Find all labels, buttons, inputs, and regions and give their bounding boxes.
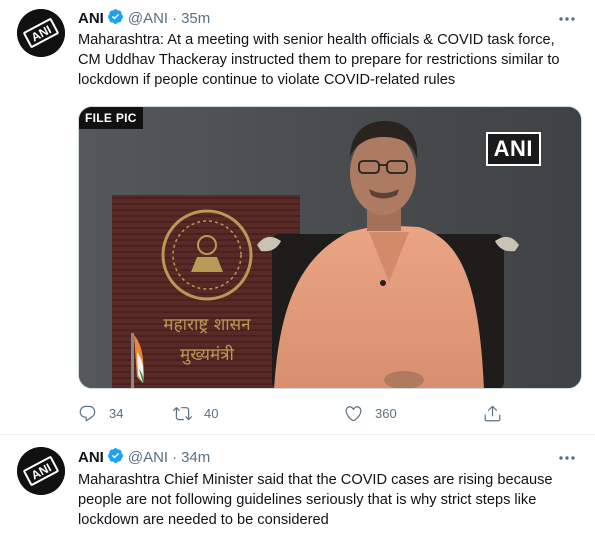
like-icon: [344, 404, 363, 423]
avatar[interactable]: ANI: [17, 447, 65, 495]
reply-button[interactable]: 34: [78, 402, 123, 424]
more-icon[interactable]: [557, 9, 577, 29]
ani-logo-icon: ANI: [17, 9, 65, 57]
author-name[interactable]: ANI: [78, 448, 104, 468]
tweet-header: ANI @ANI · 34m: [78, 447, 210, 470]
tweet-text: Maharashtra: At a meeting with senior he…: [78, 30, 583, 90]
retweet-count: 40: [204, 405, 219, 421]
tweet-text-line: Maharashtra Chief Minister said that the…: [78, 472, 553, 488]
author-handle[interactable]: @ANI: [128, 448, 168, 468]
more-icon[interactable]: [557, 448, 577, 468]
tweet-image[interactable]: महाराष्ट्र शासन मुख्यमंत्री FILE PIC ANI: [78, 106, 582, 389]
reply-icon: [78, 404, 97, 423]
like-count: 360: [375, 405, 397, 421]
tweet-text: Maharashtra Chief Minister said that the…: [78, 470, 583, 530]
author-name[interactable]: ANI: [78, 9, 104, 29]
separator: ·: [172, 449, 178, 466]
tweet-text-line: lockdown if people continue to violate C…: [78, 72, 456, 88]
verified-badge-icon: [107, 8, 124, 31]
plaque-line: मुख्यमंत्री: [180, 344, 235, 365]
tweet-header: ANI @ANI · 35m: [78, 8, 210, 31]
tweet[interactable]: ANI ANI @ANI · 35m Maharashtra: At a mee…: [0, 0, 595, 435]
separator: ·: [172, 10, 178, 27]
reply-count: 34: [109, 405, 124, 421]
share-icon: [483, 404, 502, 423]
file-pic-label: FILE PIC: [79, 107, 143, 129]
tweet-actions: 34 40 360: [78, 402, 518, 424]
tweet[interactable]: ANI ANI @ANI · 34m Maharashtra Chief Min…: [0, 435, 595, 534]
ani-logo-icon: ANI: [17, 447, 65, 495]
verified-badge-icon: [107, 447, 124, 470]
plaque-line: महाराष्ट्र शासन: [163, 315, 251, 335]
like-button[interactable]: 360: [344, 402, 397, 424]
timestamp[interactable]: 34m: [181, 448, 210, 468]
ani-watermark: ANI: [485, 132, 541, 166]
author-handle[interactable]: @ANI: [128, 9, 168, 29]
share-button[interactable]: [483, 402, 502, 424]
tweet-text-line: people are not following guidelines seri…: [78, 492, 537, 508]
tweet-text-line: Maharashtra: At a meeting with senior he…: [78, 32, 555, 48]
tweet-text-line: lockdown are needed to be considered: [78, 512, 329, 528]
retweet-button[interactable]: 40: [173, 402, 218, 424]
retweet-icon: [173, 404, 192, 423]
avatar[interactable]: ANI: [17, 9, 65, 57]
tweet-text-line: CM Uddhav Thackeray instructed them to p…: [78, 52, 560, 68]
timestamp[interactable]: 35m: [181, 9, 210, 29]
